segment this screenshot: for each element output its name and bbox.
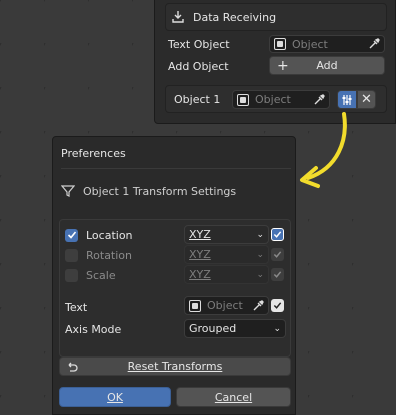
location-checkbox[interactable] bbox=[65, 228, 78, 242]
reset-transforms-label: Reset Transforms bbox=[127, 360, 223, 373]
cancel-button[interactable]: Cancel bbox=[176, 387, 291, 407]
location-axes-select[interactable]: XYZ ⌄ bbox=[184, 225, 269, 244]
preferences-dialog: Preferences Object 1 Transform Settings … bbox=[52, 136, 296, 415]
add-button-label: Add bbox=[316, 59, 338, 72]
text-object-placeholder: Object bbox=[292, 37, 328, 51]
check-icon bbox=[273, 231, 282, 238]
axis-mode-value: Grouped bbox=[189, 322, 237, 335]
object-icon bbox=[237, 93, 249, 106]
rotation-checkbox[interactable] bbox=[65, 248, 78, 262]
text-object-label: Text Object bbox=[168, 37, 230, 51]
rotation-axes-value: XYZ bbox=[189, 248, 211, 261]
chevron-down-icon: ⌄ bbox=[256, 269, 264, 280]
scale-axes-value: XYZ bbox=[189, 268, 211, 281]
transform-group: Location XYZ ⌄ Rotation XYZ ⌄ Scale XYZ … bbox=[59, 219, 291, 357]
check-icon bbox=[67, 231, 76, 239]
object1-placeholder: Object bbox=[255, 93, 291, 106]
ok-button[interactable]: OK bbox=[59, 387, 171, 407]
data-receiving-panel: Data Receiving Text Object Object Add Ob… bbox=[154, 0, 396, 124]
object1-remove-button[interactable]: ✕ bbox=[357, 90, 376, 109]
rotation-label: Rotation bbox=[86, 248, 133, 262]
text-object-picker-placeholder: Object bbox=[207, 299, 243, 312]
transform-settings-title: Object 1 Transform Settings bbox=[83, 184, 237, 198]
object-icon bbox=[274, 38, 286, 50]
location-axes-value: XYZ bbox=[189, 228, 211, 241]
object1-label: Object 1 bbox=[174, 92, 221, 106]
text-object-picker[interactable]: Object bbox=[184, 296, 269, 315]
location-axes-checkbox[interactable] bbox=[271, 228, 284, 241]
cancel-label: Cancel bbox=[214, 390, 253, 404]
axis-mode-label: Axis Mode bbox=[65, 322, 122, 336]
check-icon bbox=[273, 302, 282, 309]
add-object-button[interactable]: + Add bbox=[269, 56, 385, 75]
title-divider bbox=[61, 168, 291, 169]
eyedropper-icon[interactable] bbox=[252, 299, 264, 312]
ok-label: OK bbox=[107, 390, 123, 404]
text-object-field[interactable]: Object bbox=[269, 35, 385, 53]
plus-icon: + bbox=[277, 57, 289, 74]
chevron-down-icon: ⌄ bbox=[273, 323, 281, 334]
object1-row: Object 1 Object ✕ bbox=[165, 85, 387, 113]
data-receiving-title: Data Receiving bbox=[193, 10, 277, 24]
location-toggle[interactable]: Location bbox=[65, 227, 133, 243]
text-label: Text bbox=[65, 300, 88, 314]
rotation-toggle[interactable]: Rotation bbox=[65, 247, 132, 263]
close-icon: ✕ bbox=[361, 92, 372, 107]
download-icon bbox=[172, 11, 184, 23]
reset-icon bbox=[68, 362, 78, 372]
object1-field[interactable]: Object bbox=[232, 90, 330, 109]
scale-toggle[interactable]: Scale bbox=[65, 267, 116, 283]
check-icon bbox=[273, 271, 282, 278]
scale-checkbox[interactable] bbox=[65, 268, 78, 282]
preferences-title: Preferences bbox=[61, 146, 126, 160]
sliders-icon bbox=[342, 94, 352, 105]
rotation-axes-select[interactable]: XYZ ⌄ bbox=[184, 245, 269, 264]
curved-arrow-icon bbox=[300, 112, 347, 188]
object-icon bbox=[189, 299, 201, 312]
data-receiving-header[interactable]: Data Receiving bbox=[165, 3, 387, 31]
text-checkbox[interactable] bbox=[271, 299, 284, 312]
reset-transforms-button[interactable]: Reset Transforms bbox=[59, 357, 291, 376]
eyedropper-icon[interactable] bbox=[313, 93, 325, 106]
location-label: Location bbox=[86, 228, 133, 242]
funnel-icon bbox=[61, 185, 75, 197]
eyedropper-icon[interactable] bbox=[368, 38, 380, 50]
chevron-down-icon: ⌄ bbox=[256, 229, 264, 240]
object1-settings-button[interactable] bbox=[337, 90, 357, 109]
rotation-axes-checkbox[interactable] bbox=[271, 248, 284, 261]
scale-label: Scale bbox=[86, 268, 116, 282]
check-icon bbox=[273, 251, 282, 258]
add-object-label: Add Object bbox=[168, 59, 229, 73]
transform-settings-header: Object 1 Transform Settings bbox=[61, 182, 236, 200]
chevron-down-icon: ⌄ bbox=[256, 249, 264, 260]
scale-axes-checkbox[interactable] bbox=[271, 268, 284, 281]
axis-mode-select[interactable]: Grouped ⌄ bbox=[184, 319, 286, 338]
scale-axes-select[interactable]: XYZ ⌄ bbox=[184, 265, 269, 284]
